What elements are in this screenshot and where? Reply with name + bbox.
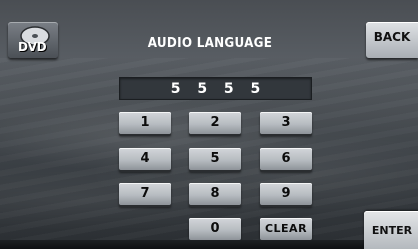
- audio-language-screen: DVD AUDIO LANGUAGE BACK 5 5 5 5 1 2 3 4 …: [0, 0, 418, 249]
- key-1[interactable]: 1: [119, 112, 171, 134]
- key-0[interactable]: 0: [189, 218, 241, 240]
- key-4[interactable]: 4: [119, 148, 171, 170]
- key-2[interactable]: 2: [189, 112, 241, 134]
- clear-button[interactable]: CLEAR: [260, 218, 312, 240]
- bottom-strip: [0, 240, 418, 249]
- back-button[interactable]: BACK: [366, 22, 418, 58]
- page-title: AUDIO LANGUAGE: [147, 36, 273, 51]
- key-7[interactable]: 7: [119, 183, 171, 205]
- language-code-display: 5 5 5 5: [119, 77, 312, 100]
- dvd-source-button[interactable]: DVD: [8, 22, 58, 58]
- enter-button[interactable]: ENTER: [364, 211, 418, 249]
- dvd-label: DVD: [18, 40, 47, 54]
- key-6[interactable]: 6: [260, 148, 312, 170]
- key-9[interactable]: 9: [260, 183, 312, 205]
- key-3[interactable]: 3: [260, 112, 312, 134]
- key-5[interactable]: 5: [189, 148, 241, 170]
- key-8[interactable]: 8: [189, 183, 241, 205]
